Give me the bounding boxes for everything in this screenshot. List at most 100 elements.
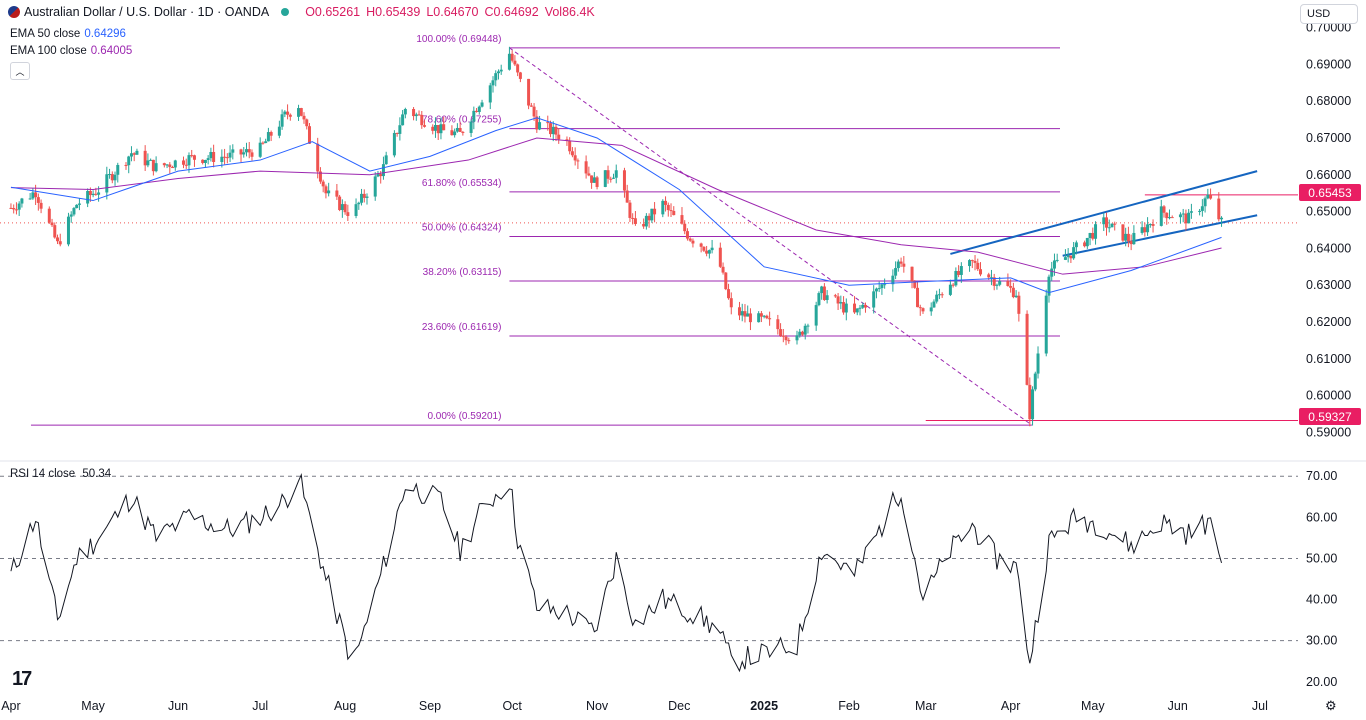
candle-body xyxy=(858,307,862,309)
axes: 0.700000.690000.680000.670000.660000.650… xyxy=(0,21,1366,713)
candle-body xyxy=(718,247,722,267)
candle-body xyxy=(729,298,733,308)
candle-body xyxy=(201,159,205,163)
ema50-value: 0.64296 xyxy=(84,28,126,40)
candle-body xyxy=(510,53,514,61)
candle-body xyxy=(116,164,120,175)
rsi-pane[interactable] xyxy=(0,473,1298,673)
candle-body xyxy=(642,223,646,227)
candle-body xyxy=(165,164,169,166)
gear-icon[interactable]: ⚙ xyxy=(1325,698,1337,714)
candle-body xyxy=(39,202,43,209)
candle-body xyxy=(34,192,38,198)
candle-body xyxy=(72,208,76,215)
candle-body xyxy=(450,130,454,136)
candle-body xyxy=(1178,214,1182,218)
candle-body xyxy=(1140,227,1144,233)
candle-body xyxy=(937,294,941,296)
candle-body xyxy=(357,202,361,205)
ema50-legend[interactable]: EMA 50 close 0.64296 xyxy=(10,28,126,40)
market-status-icon xyxy=(281,8,290,16)
candle-body xyxy=(622,170,626,191)
candle-body xyxy=(17,203,21,210)
candle-body xyxy=(527,78,531,106)
candle-body xyxy=(297,108,301,117)
candle-body xyxy=(455,127,459,132)
candle-body xyxy=(833,295,837,297)
time-tick-label: Dec xyxy=(668,699,690,713)
candle-body xyxy=(929,307,933,312)
candle-body xyxy=(1009,286,1013,288)
price-pane[interactable]: 100.00% (0.69448) 78.60% (0.67255) 61.80% … xyxy=(0,34,1298,427)
candle-body xyxy=(343,204,347,213)
candle-body xyxy=(86,191,90,204)
candle-body xyxy=(940,294,944,296)
candle-body xyxy=(625,190,629,203)
candle-body xyxy=(568,140,572,152)
candle-body xyxy=(669,210,673,212)
open-value: O0.65261 xyxy=(305,5,361,19)
candle-body xyxy=(299,108,303,116)
fib-level-label: 61.80% (0.65534) xyxy=(422,178,502,189)
candle-body xyxy=(1083,242,1087,247)
candle-body xyxy=(206,158,210,161)
candle-body xyxy=(302,115,306,120)
candle-body xyxy=(151,159,155,172)
candle-body xyxy=(184,164,188,166)
symbol-title[interactable]: Australian Dollar / U.S. Dollar · 1D · O… xyxy=(24,5,269,19)
candle-body xyxy=(853,303,857,313)
candle-body xyxy=(1209,194,1213,199)
time-tick-label: Jul xyxy=(1252,699,1268,713)
candle-body xyxy=(822,286,826,300)
candle-body xyxy=(1121,224,1125,241)
candle-body xyxy=(1063,257,1067,260)
candle-body xyxy=(384,155,388,165)
candle-body xyxy=(1159,206,1163,226)
candle-body xyxy=(1036,353,1040,374)
candle-body xyxy=(283,111,287,115)
symbol-icon xyxy=(8,6,20,18)
candle-body xyxy=(1148,224,1152,226)
candle-body xyxy=(916,287,920,308)
candle-body xyxy=(1184,213,1188,224)
candle-body xyxy=(1162,206,1166,213)
time-tick-label: Oct xyxy=(502,699,522,713)
candle-body xyxy=(242,152,246,155)
candle-body xyxy=(1151,224,1155,226)
collapse-legend-button[interactable]: ︿ xyxy=(10,62,30,80)
candle-body xyxy=(187,155,191,166)
candle-body xyxy=(1069,255,1073,259)
ema100-legend[interactable]: EMA 100 close 0.64005 xyxy=(10,45,132,57)
candle-body xyxy=(551,126,555,135)
candle-body xyxy=(1102,217,1106,225)
candle-body xyxy=(839,302,843,304)
candle-body xyxy=(209,151,213,159)
candle-body xyxy=(743,311,747,317)
rsi-tick-label: 40.00 xyxy=(1306,593,1337,607)
candle-body xyxy=(203,160,207,163)
currency-selector[interactable]: USD xyxy=(1300,4,1358,24)
candle-body xyxy=(836,296,840,304)
candle-body xyxy=(401,114,405,126)
candle-body xyxy=(305,119,309,127)
candle-body xyxy=(338,196,342,211)
candle-body xyxy=(633,218,637,224)
chevron-up-icon: ︿ xyxy=(15,66,25,77)
candle-body xyxy=(135,150,139,155)
candle-body xyxy=(105,174,109,193)
time-tick-label: Feb xyxy=(838,699,860,713)
rsi-legend[interactable]: RSI 14 close 50.34 xyxy=(10,468,111,480)
candle-body xyxy=(1165,212,1169,219)
candle-body xyxy=(532,106,536,117)
candle-body xyxy=(1170,217,1174,219)
tradingview-logo[interactable]: 17 xyxy=(12,668,32,691)
candle-body xyxy=(258,142,262,157)
candle-body xyxy=(1031,389,1035,420)
candle-body xyxy=(1052,260,1056,269)
candle-body xyxy=(951,284,955,286)
candle-body xyxy=(507,53,511,70)
ema100-value: 0.64005 xyxy=(90,45,133,57)
ema50-label: EMA 50 close xyxy=(10,28,81,40)
candle-body xyxy=(1091,232,1095,239)
candle-body xyxy=(1014,295,1018,298)
